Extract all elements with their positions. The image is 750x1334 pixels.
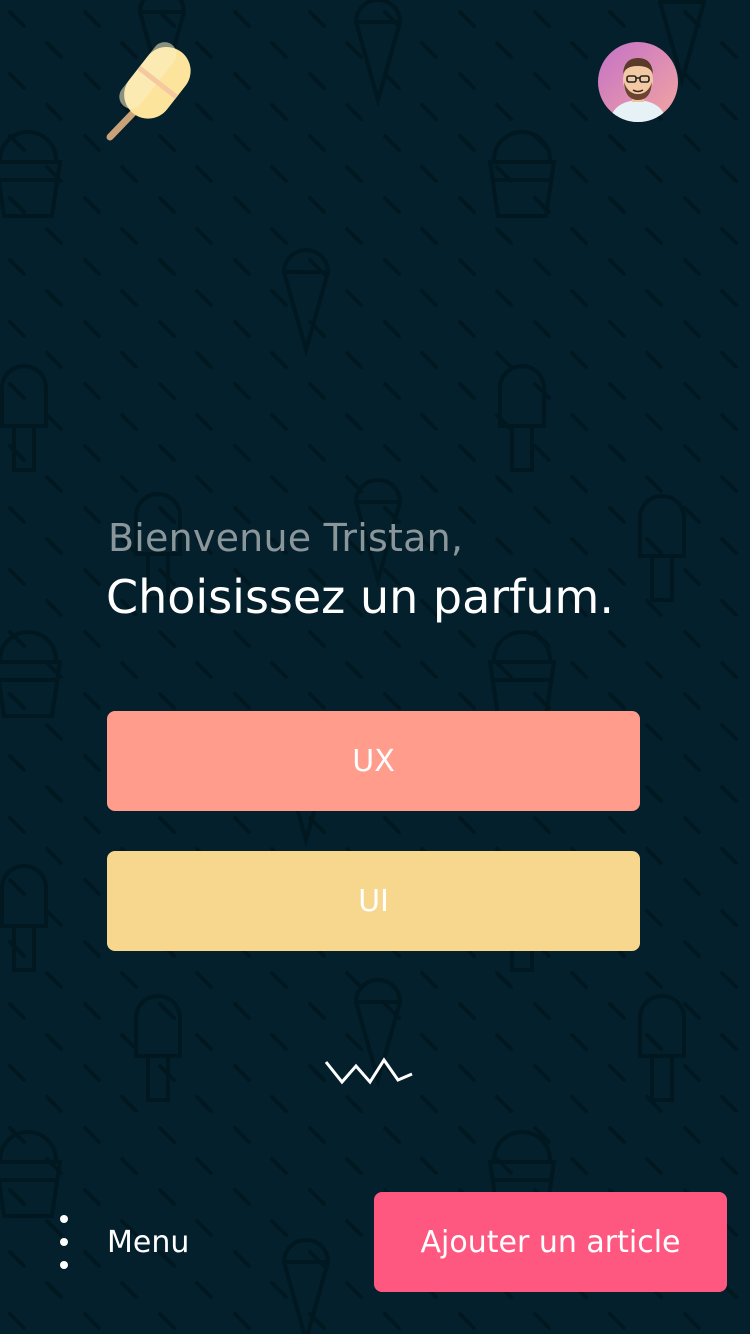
choice-ui-button[interactable]: UI [107, 851, 640, 951]
choice-ux-label: UX [352, 743, 395, 779]
user-avatar[interactable] [598, 42, 678, 122]
add-article-label: Ajouter un article [420, 1224, 681, 1260]
menu-label: Menu [107, 1224, 190, 1260]
greeting-text: Bienvenue Tristan, [108, 516, 464, 560]
background-pattern [0, 0, 750, 1334]
popsicle-icon [104, 38, 200, 142]
add-article-button[interactable]: Ajouter un article [374, 1192, 727, 1292]
choice-ui-label: UI [358, 883, 389, 919]
page-title: Choisissez un parfum. [106, 570, 614, 624]
kebab-icon [52, 1215, 76, 1269]
choice-ux-button[interactable]: UX [107, 711, 640, 811]
menu-button[interactable]: Menu [52, 1206, 189, 1278]
zigzag-icon [324, 1054, 416, 1088]
